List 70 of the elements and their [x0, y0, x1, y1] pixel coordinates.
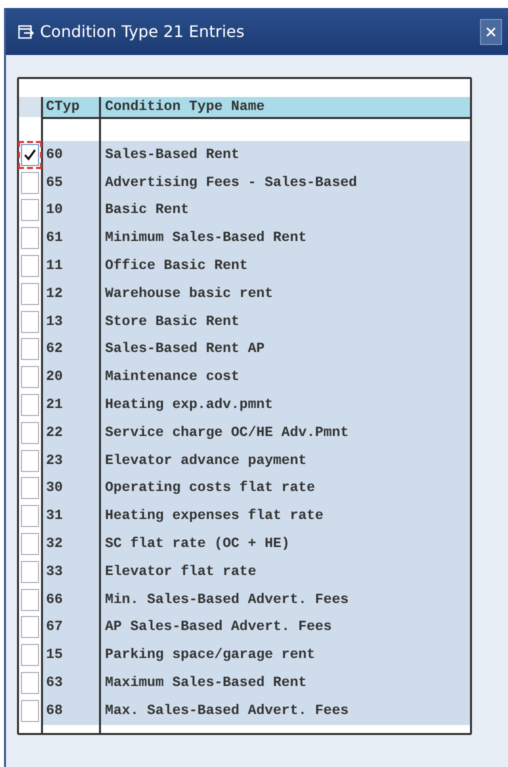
table-cell: 61: [43, 224, 101, 252]
table-cell: Max. Sales-Based Advert. Fees: [101, 696, 470, 725]
row-checkbox[interactable]: [21, 616, 39, 638]
row-checkbox[interactable]: [21, 144, 39, 166]
row-checkbox[interactable]: [21, 700, 39, 722]
row-checkbox[interactable]: [21, 310, 39, 333]
table-cell: 11: [43, 252, 101, 280]
row-checkbox[interactable]: [21, 644, 39, 666]
checkmark-icon: [24, 148, 36, 161]
table-cell: Min. Sales-Based Advert. Fees: [101, 586, 470, 614]
table-cell: 63: [43, 669, 101, 697]
table-cell: Sales-Based Rent: [101, 141, 470, 169]
table-cell: Heating expenses flat rate: [101, 502, 470, 530]
table-cell: 12: [43, 280, 101, 308]
table-cell: 66: [43, 586, 101, 614]
row-checkbox[interactable]: [21, 394, 39, 416]
row-checkbox[interactable]: [21, 227, 39, 250]
row-checkbox[interactable]: [21, 282, 39, 305]
table-cell: Minimum Sales-Based Rent: [101, 224, 470, 252]
row-checkbox[interactable]: [21, 422, 39, 444]
table-cell: 22: [43, 418, 101, 447]
row-checkbox[interactable]: [21, 199, 39, 222]
table-cell: 13: [43, 308, 101, 336]
row-checkbox[interactable]: [21, 588, 39, 611]
table-cell: Operating costs flat rate: [101, 474, 470, 502]
row-checkbox[interactable]: [21, 533, 39, 556]
row-checkbox[interactable]: [21, 560, 39, 583]
table-cell: Maintenance cost: [101, 363, 470, 392]
row-checkbox[interactable]: [21, 366, 39, 388]
table-cell: 68: [43, 696, 101, 725]
table-cell: Store Basic Rent: [101, 308, 470, 336]
close-button[interactable]: [480, 18, 502, 44]
table-cell: 15: [43, 641, 101, 670]
table-cell: 65: [43, 168, 101, 197]
table-cell: Basic Rent: [101, 196, 470, 224]
column-header[interactable]: CTyp: [43, 97, 101, 117]
window-title: Condition Type 21 Entries: [40, 22, 246, 41]
table-cell: Maximum Sales-Based Rent: [101, 669, 470, 697]
row-checkbox[interactable]: [21, 505, 39, 528]
table-cell: Parking space/garage rent: [101, 641, 470, 670]
row-checkbox[interactable]: [21, 172, 39, 194]
close-icon: [486, 26, 496, 36]
row-checkbox[interactable]: [21, 450, 39, 472]
table-cell: 67: [43, 614, 101, 642]
table-cell: Service charge OC/HE Adv.Pmnt: [101, 418, 470, 447]
row-checkbox[interactable]: [21, 338, 39, 360]
table-cell: SC flat rate (OC + HE): [101, 530, 470, 558]
table-cell: 60: [43, 141, 101, 169]
table-cell: Elevator flat rate: [101, 558, 470, 586]
column-header[interactable]: Condition Type Name: [101, 97, 470, 117]
table-cell: Elevator advance payment: [101, 446, 470, 475]
table-cell: AP Sales-Based Advert. Fees: [101, 614, 470, 642]
table-cell: 21: [43, 391, 101, 419]
table-cell: 23: [43, 446, 101, 475]
row-checkbox[interactable]: [21, 477, 39, 500]
table-cell: Sales-Based Rent AP: [101, 336, 470, 364]
table-cell: 31: [43, 502, 101, 530]
table-cell: 20: [43, 363, 101, 392]
table-cell: Warehouse basic rent: [101, 280, 470, 308]
table-cell: 30: [43, 474, 101, 502]
table-cell: 10: [43, 196, 101, 224]
table-cell: 62: [43, 336, 101, 364]
table-cell: Advertising Fees - Sales-Based: [101, 168, 470, 197]
table-cell: Heating exp.adv.pmnt: [101, 391, 470, 419]
row-checkbox[interactable]: [21, 255, 39, 278]
dialog-icon: [18, 24, 34, 38]
table-cell: Office Basic Rent: [101, 252, 470, 280]
table-cell: 33: [43, 558, 101, 586]
table-cell: 32: [43, 530, 101, 558]
row-checkbox[interactable]: [21, 672, 39, 694]
